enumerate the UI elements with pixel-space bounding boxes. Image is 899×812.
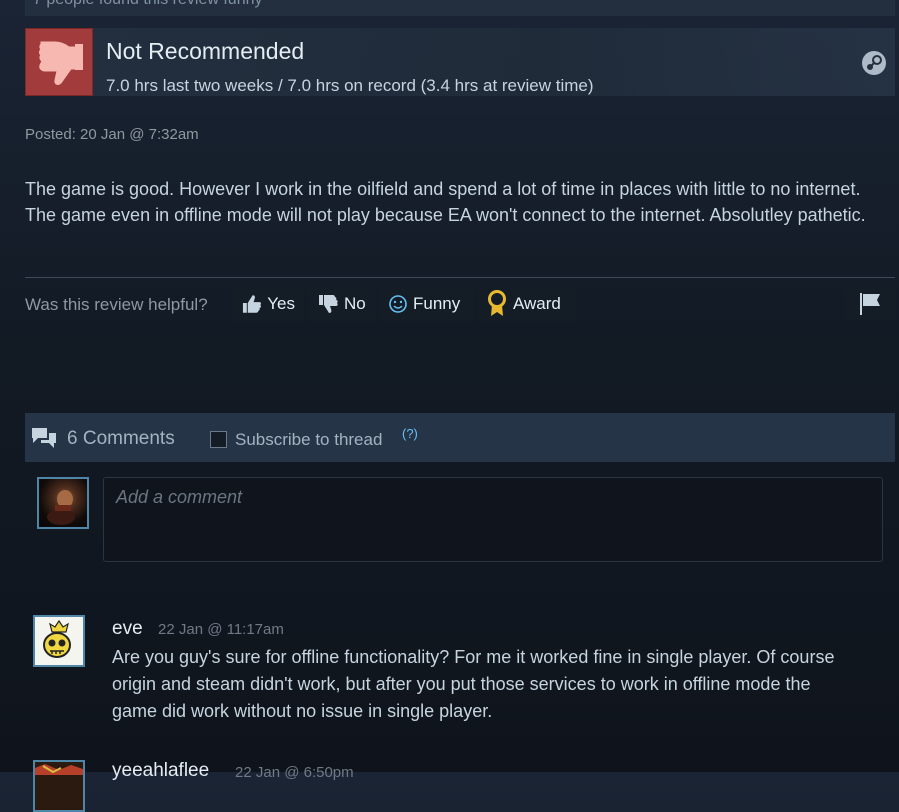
comments-icon xyxy=(32,428,56,448)
comment-timestamp: 22 Jan @ 6:50pm xyxy=(235,764,354,781)
posted-date: Posted: 20 Jan @ 7:32am xyxy=(25,126,199,143)
comment-text: Are you guy's sure for offline functiona… xyxy=(112,647,835,721)
thumbs-up-icon xyxy=(242,295,261,313)
report-flag-button[interactable] xyxy=(846,287,895,319)
comment-avatar-yeeahlaflee[interactable] xyxy=(33,760,85,812)
divider xyxy=(25,277,895,278)
vote-funny-label: Funny xyxy=(413,294,461,313)
review-playtime: 7.0 hrs last two weeks / 7.0 hrs on reco… xyxy=(106,76,594,95)
comment-author[interactable]: yeeahlaflee xyxy=(112,760,209,782)
helpful-label: Was this review helpful? xyxy=(25,295,208,314)
award-label: Award xyxy=(513,294,561,313)
comment-author[interactable]: eve xyxy=(112,618,143,640)
vote-yes-label: Yes xyxy=(267,294,295,313)
funny-count-text: 7 people found this review funny xyxy=(33,0,262,9)
thumbs-down-icon xyxy=(25,28,93,96)
comment-avatar-eve[interactable] xyxy=(33,615,85,667)
subscribe-checkbox[interactable] xyxy=(210,431,227,448)
vote-yes-button[interactable]: Yes xyxy=(233,287,303,321)
review-text: The game is good. However I work in the … xyxy=(25,179,866,225)
previous-review-funny-count: 7 people found this review funny xyxy=(25,0,895,16)
comment-count: 6 Comments xyxy=(67,428,175,449)
thumbs-down-small-icon xyxy=(319,295,338,313)
comment-timestamp: 22 Jan @ 11:17am xyxy=(158,621,284,638)
review-header: Not Recommended 7.0 hrs last two weeks /… xyxy=(25,28,895,96)
award-button[interactable]: Award xyxy=(478,287,575,321)
vote-no-label: No xyxy=(344,294,366,313)
subscribe-help-link[interactable]: (?) xyxy=(402,426,418,441)
vote-funny-button[interactable]: Funny xyxy=(380,287,473,321)
subscribe-label[interactable]: Subscribe to thread xyxy=(235,430,382,450)
comments-header: 6 Comments Subscribe to thread (?) xyxy=(25,413,895,462)
smiley-icon xyxy=(389,295,407,313)
current-user-avatar[interactable] xyxy=(37,477,89,529)
flag-icon xyxy=(860,293,880,315)
award-ribbon-icon xyxy=(488,290,506,316)
vote-no-button[interactable]: No xyxy=(309,287,375,321)
steam-icon xyxy=(862,51,886,75)
review-verdict: Not Recommended xyxy=(106,38,305,64)
add-comment-input[interactable]: Add a comment xyxy=(103,477,883,562)
